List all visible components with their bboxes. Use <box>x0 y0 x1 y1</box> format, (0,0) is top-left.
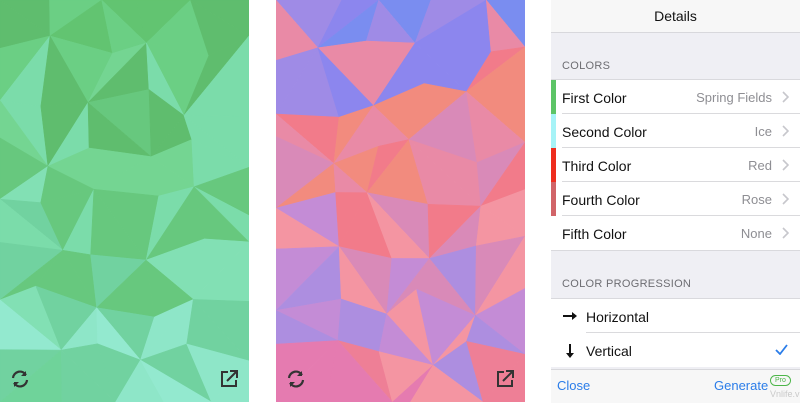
color-row-third[interactable]: Third Color Red <box>551 148 800 182</box>
checkmark-icon <box>775 344 788 355</box>
section-header-color-progression: COLOR PROGRESSION <box>562 278 692 290</box>
row-value: None <box>740 226 772 241</box>
row-label: Second Color <box>562 124 647 140</box>
progression-row-horizontal[interactable]: Horizontal <box>551 299 800 333</box>
row-value: Rose <box>741 192 772 207</box>
row-value: Spring Fields <box>696 90 772 105</box>
color-row-fourth[interactable]: Fourth Color Rose <box>551 182 800 216</box>
color-row-second[interactable]: Second Color Ice <box>551 114 800 148</box>
wallpaper-preview-green <box>0 0 249 402</box>
pro-badge: Pro <box>770 375 791 386</box>
chevron-right-icon <box>782 227 789 239</box>
color-swatch <box>551 148 556 182</box>
navigation-bar: Details <box>551 0 800 33</box>
row-label: Fourth Color <box>562 192 640 208</box>
colors-list: First Color Spring Fields Second Color I… <box>551 79 800 251</box>
chevron-right-icon <box>782 125 789 137</box>
row-label: Fifth Color <box>562 226 627 242</box>
color-row-fifth[interactable]: Fifth Color None <box>551 216 800 250</box>
section-header-colors: COLORS <box>562 60 611 72</box>
refresh-icon[interactable] <box>285 368 307 390</box>
details-panel: Details COLORS First Color Spring Fields… <box>551 0 800 403</box>
arrow-right-icon <box>563 312 577 320</box>
color-row-first[interactable]: First Color Spring Fields <box>551 80 800 114</box>
chevron-right-icon <box>782 91 789 103</box>
arrow-down-icon <box>566 344 574 358</box>
page-title: Details <box>654 8 697 24</box>
row-label: First Color <box>562 90 627 106</box>
row-label: Horizontal <box>586 309 650 325</box>
generate-button[interactable]: Generate <box>714 378 768 393</box>
close-button[interactable]: Close <box>557 378 590 393</box>
bottom-toolbar: Close Generate Pro <box>551 369 800 403</box>
row-value: Ice <box>754 124 772 139</box>
chevron-right-icon <box>782 159 789 171</box>
low-poly-background-pink <box>276 0 525 402</box>
share-icon[interactable] <box>218 368 240 390</box>
row-label: Third Color <box>562 158 632 174</box>
color-swatch <box>551 114 556 148</box>
row-label: Vertical <box>586 343 632 359</box>
low-poly-background-green <box>0 0 249 402</box>
progression-list: Horizontal Vertical <box>551 298 800 367</box>
row-value: Red <box>748 158 772 173</box>
chevron-right-icon <box>782 193 789 205</box>
share-icon[interactable] <box>494 368 516 390</box>
color-swatch <box>551 216 556 250</box>
wallpaper-preview-pink <box>276 0 525 402</box>
watermark: Vnlife.vn <box>770 389 800 399</box>
color-swatch <box>551 80 556 114</box>
refresh-icon[interactable] <box>9 368 31 390</box>
progression-row-vertical[interactable]: Vertical <box>551 333 800 367</box>
color-swatch <box>551 182 556 216</box>
